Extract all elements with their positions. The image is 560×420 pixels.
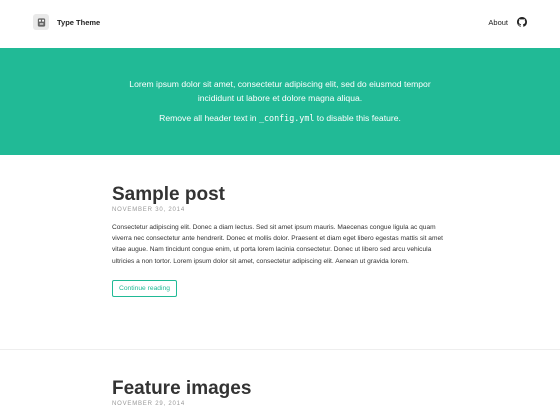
hero-description: Lorem ipsum dolor sit amet, consectetur … — [0, 77, 560, 105]
hero-line-2-after: to disable this feature. — [314, 113, 401, 123]
main-nav: About — [488, 17, 527, 27]
config-filename: _config.yml — [258, 113, 315, 123]
hero-line-1b: incididunt ut labore et dolore magna ali… — [197, 93, 363, 103]
post-date: NOVEMBER 29, 2014 — [112, 401, 185, 407]
hero-line-1: Lorem ipsum dolor sit amet, consectetur … — [129, 79, 431, 89]
github-icon — [517, 17, 527, 27]
post-sample: Sample post NOVEMBER 30, 2014 Consectetu… — [112, 184, 450, 297]
post-title-link[interactable]: Sample post — [112, 184, 450, 206]
github-link[interactable] — [517, 17, 527, 27]
post-feature-images: Feature images NOVEMBER 29, 2014 — [112, 378, 450, 407]
hero-banner: Lorem ipsum dolor sit amet, consectetur … — [0, 48, 560, 155]
continue-reading-button[interactable]: Continue reading — [112, 279, 177, 297]
site-title: Type Theme — [57, 17, 101, 27]
hero-config-note: Remove all header text in _config.yml to… — [0, 111, 560, 125]
post-date: NOVEMBER 30, 2014 — [112, 207, 185, 213]
site-brand-link[interactable]: Type Theme — [33, 14, 100, 30]
post-divider — [0, 349, 560, 350]
post-excerpt: Consectetur adipiscing elit. Donec a dia… — [112, 224, 443, 265]
post-title-link[interactable]: Feature images — [112, 378, 450, 400]
nav-about-link[interactable]: About — [488, 18, 508, 27]
theme-logo-icon — [33, 14, 49, 30]
hero-line-2-before: Remove all header text in — [159, 113, 259, 123]
site-header: Type Theme About — [0, 0, 560, 48]
